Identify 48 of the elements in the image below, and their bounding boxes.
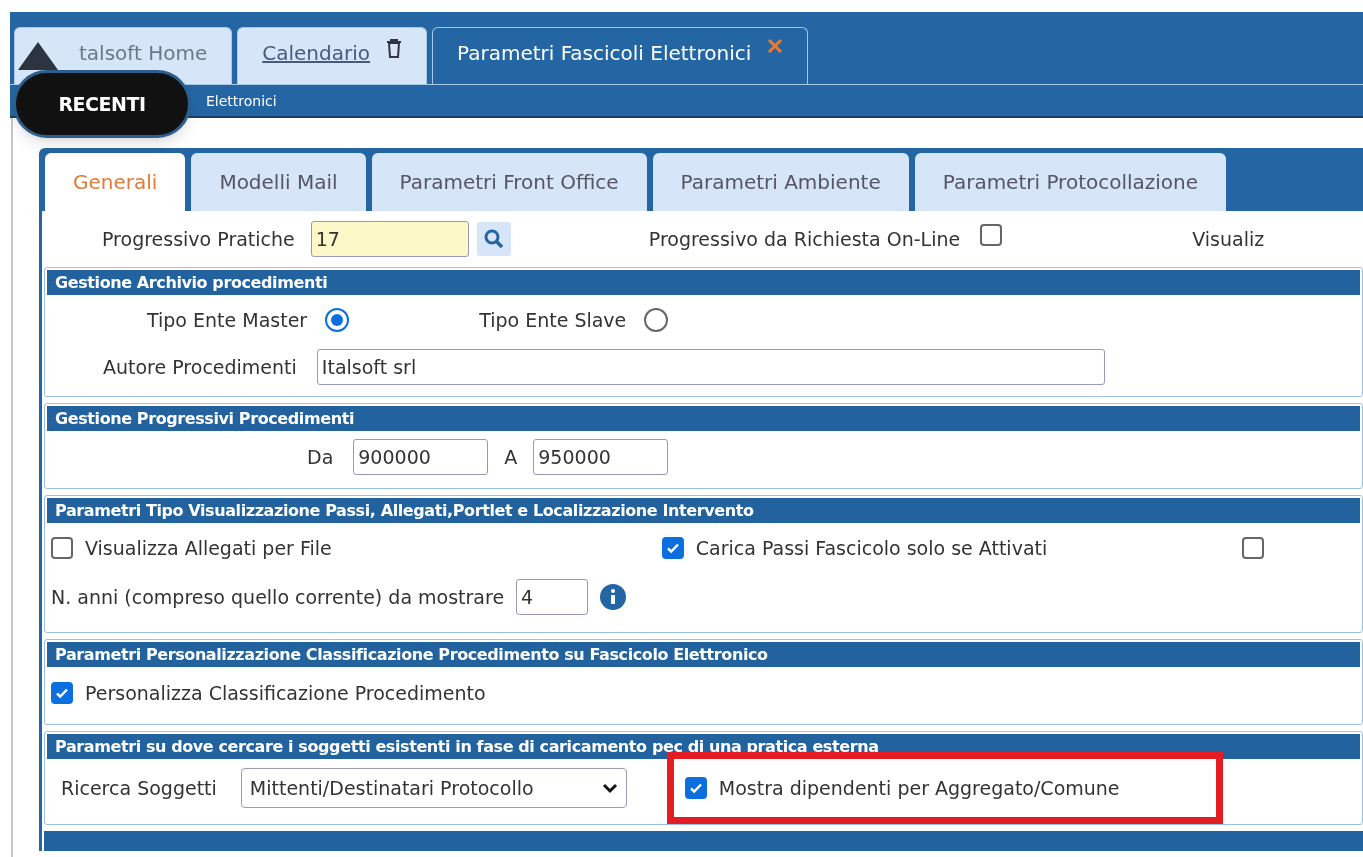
- app-tab[interactable]: Calendario: [237, 27, 427, 84]
- number-field[interactable]: 17: [310, 221, 469, 257]
- field-label: Autore Procedimenti: [103, 355, 297, 378]
- section-header: Parametri Tipo Visualizzazione Passi, Allegati,Portlet e Localizzazione Intervento: [47, 498, 1360, 523]
- text-field[interactable]: Italsoft srl: [316, 349, 1105, 385]
- radio-label: Tipo Ente Slave: [479, 307, 627, 333]
- checkbox[interactable]: [661, 537, 684, 559]
- field-label: A: [504, 445, 518, 468]
- field-label: Progressivo Pratiche: [102, 226, 295, 252]
- form-tab[interactable]: Modelli Mail: [191, 153, 366, 211]
- section-header: Gestione Archivio procedimenti: [47, 270, 1360, 295]
- checkbox[interactable]: [980, 224, 1003, 247]
- checkmark-icon: [55, 686, 69, 700]
- field-label: N. anni (compreso quello corrente) da mostrare: [51, 585, 505, 608]
- breadcrumb: Elettronici: [206, 91, 277, 111]
- checkbox-label: Visualizza Allegati per File: [85, 535, 332, 561]
- section-header: Parametri Personalizzazione Classificazione Procedimento su Fascicolo Elettronico: [47, 642, 1360, 667]
- checkmark-icon: [688, 781, 703, 795]
- field-label: Da: [307, 445, 334, 468]
- number-field[interactable]: 950000: [533, 439, 669, 475]
- field-label: Progressivo da Richiesta On-Line: [648, 227, 961, 250]
- number-field[interactable]: 4: [516, 579, 589, 615]
- dropdown[interactable]: Mittenti/Destinatari Protocollo: [240, 768, 627, 808]
- checkbox[interactable]: [1242, 537, 1265, 559]
- checkbox[interactable]: [684, 777, 707, 799]
- number-field[interactable]: 900000: [353, 439, 489, 475]
- field-label: Visualiz: [1192, 227, 1265, 250]
- up-arrow-icon: [18, 42, 58, 70]
- field-label: Ricerca Soggetti: [61, 776, 217, 799]
- form-tab[interactable]: Parametri Ambiente: [652, 153, 909, 211]
- checkbox-label: Personalizza Classificazione Procedimento: [85, 680, 486, 706]
- chevron-down-icon: [601, 782, 618, 794]
- checkbox[interactable]: [51, 682, 73, 704]
- radio-button[interactable]: [325, 308, 350, 332]
- form-tab[interactable]: Parametri Front Office: [371, 153, 647, 211]
- section-header: Gestione Progressivi Procedimenti: [47, 406, 1360, 431]
- info-icon[interactable]: [600, 584, 627, 610]
- radio-button[interactable]: [644, 308, 669, 332]
- radio-label: Tipo Ente Master: [147, 307, 308, 333]
- trash-icon[interactable]: [386, 38, 402, 58]
- recent-tooltip[interactable]: RECENTI: [13, 70, 191, 138]
- form-tab[interactable]: Parametri Protocollazione: [914, 153, 1227, 211]
- checkmark-icon: [665, 541, 680, 555]
- checkbox[interactable]: [51, 537, 73, 559]
- checkbox-label: Mostra dipendenti per Aggregato/Comune: [718, 775, 1120, 801]
- app-tab[interactable]: Parametri Fascicoli Elettronici: [432, 27, 809, 84]
- search-icon[interactable]: [476, 222, 511, 256]
- checkbox-label: Carica Passi Fascicolo solo se Attivati: [695, 535, 1048, 561]
